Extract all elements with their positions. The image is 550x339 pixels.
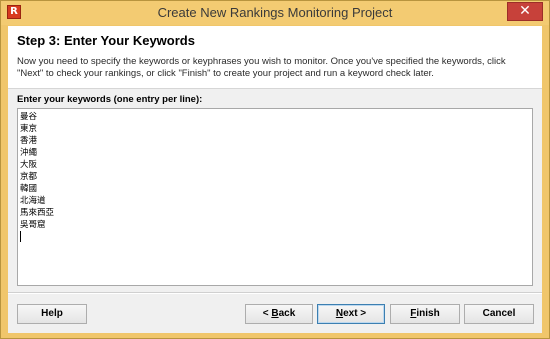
help-button[interactable]: Help — [17, 304, 87, 324]
keywords-label: Enter your keywords (one entry per line)… — [17, 94, 203, 105]
finish-button[interactable]: Finish — [390, 304, 460, 324]
title-bar[interactable]: R Create New Rankings Monitoring Project… — [1, 1, 549, 25]
text-caret-line — [20, 231, 530, 243]
keywords-textarea[interactable]: 曼谷 東京 香港 沖繩 大阪 京都 韓國 北海道 馬來西亞 吳哥窟 — [17, 108, 533, 286]
keyword-entry: 香港 — [20, 136, 38, 146]
button-separator — [8, 292, 542, 294]
keyword-entry: 曼谷 — [20, 112, 38, 122]
close-button[interactable]: ✕ — [507, 2, 543, 21]
keyword-entry: 沖繩 — [20, 148, 38, 158]
next-button[interactable]: Next > — [317, 304, 385, 324]
next-button-access-key: N — [335, 308, 344, 319]
keyword-entry: 韓國 — [20, 184, 38, 194]
step-description: Now you need to specify the keywords or … — [17, 56, 506, 79]
keyword-entry: 大阪 — [20, 160, 38, 170]
back-button-access-key: B — [271, 308, 279, 319]
keyword-entry: 吳哥窟 — [20, 220, 46, 230]
text-caret — [20, 231, 21, 242]
step-title: Step 3: Enter Your Keywords — [17, 33, 195, 48]
window-title: Create New Rankings Monitoring Project — [157, 5, 393, 20]
back-button[interactable]: < Back — [245, 304, 313, 324]
back-button-label: ack — [278, 308, 296, 319]
finish-button-label: inish — [416, 308, 440, 319]
next-button-label: ext > — [343, 308, 367, 319]
keyword-entry: 京都 — [20, 172, 38, 182]
cancel-button[interactable]: Cancel — [464, 304, 534, 324]
dialog-client-area: Step 3: Enter Your Keywords Now you need… — [8, 26, 542, 333]
dialog-window: R Create New Rankings Monitoring Project… — [0, 0, 550, 339]
keyword-entry: 東京 — [20, 124, 38, 134]
header-panel: Step 3: Enter Your Keywords Now you need… — [8, 26, 542, 89]
keyword-entry: 馬來西亞 — [20, 208, 55, 218]
keyword-entry: 北海道 — [20, 196, 46, 206]
app-icon: R — [7, 5, 21, 19]
